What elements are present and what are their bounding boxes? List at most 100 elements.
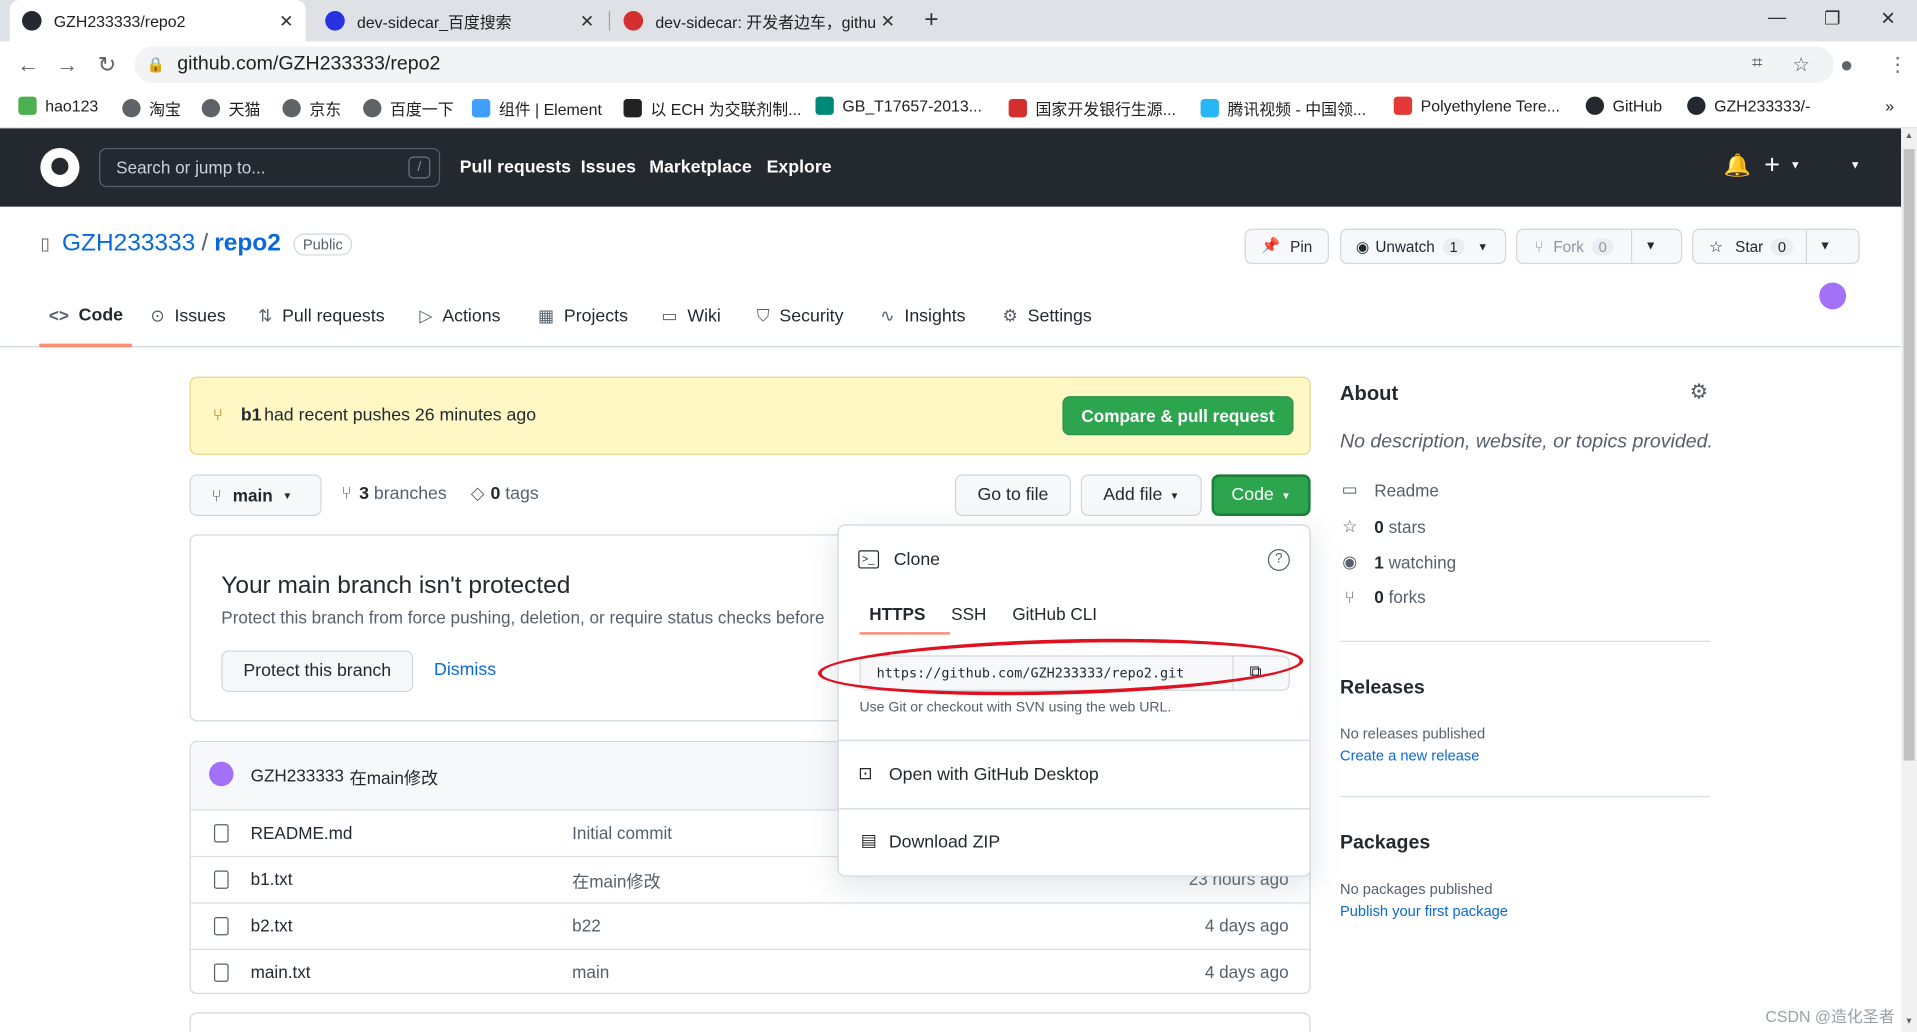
file-name[interactable]: b1.txt xyxy=(251,869,293,889)
chevron-down-icon[interactable]: ▼ xyxy=(1805,229,1844,263)
back-icon[interactable]: ← xyxy=(17,53,39,79)
file-name[interactable]: README.md xyxy=(251,823,353,843)
tab-actions[interactable]: ▷ Actions xyxy=(419,306,500,327)
repo-owner-link[interactable]: GZH233333 xyxy=(62,230,195,258)
forward-icon[interactable]: → xyxy=(56,53,78,79)
open-github-desktop-item[interactable]: Open with GitHub Desktop xyxy=(889,765,1099,785)
close-tab-icon[interactable]: ✕ xyxy=(881,11,895,32)
tab-label: Wiki xyxy=(687,306,721,326)
nav-issues[interactable]: Issues xyxy=(581,158,636,178)
tab-projects[interactable]: ▦ Projects xyxy=(538,306,628,327)
commit-author[interactable]: GZH233333 xyxy=(251,765,344,785)
tab-wiki[interactable]: ▭ Wiki xyxy=(661,306,720,327)
chevron-down-icon[interactable]: ▼ xyxy=(1631,229,1669,263)
readme-link[interactable]: ▭ Readme xyxy=(1340,479,1439,500)
github-logo-icon[interactable] xyxy=(40,147,80,188)
bookmark-item[interactable]: 天猫 xyxy=(201,97,261,120)
code-dropdown-button[interactable]: Code ▼ xyxy=(1211,474,1311,516)
clone-tab-https[interactable]: HTTPS xyxy=(869,604,925,624)
scroll-up-icon[interactable]: ▲ xyxy=(1905,132,1913,141)
bookmark-item[interactable]: hao123 xyxy=(18,96,98,115)
table-icon: ▦ xyxy=(537,305,555,326)
nav-marketplace[interactable]: Marketplace xyxy=(649,158,751,178)
create-release-link[interactable]: Create a new release xyxy=(1340,747,1479,764)
bookmark-item[interactable]: Polyethylene Tere... xyxy=(1393,96,1560,115)
profile-icon[interactable]: ● xyxy=(1840,53,1853,79)
create-new-icon[interactable]: + xyxy=(1764,149,1780,181)
file-commit-message[interactable]: Initial commit xyxy=(572,823,672,843)
bookmark-star-icon[interactable]: ☆ xyxy=(1792,53,1810,77)
notifications-bell-icon[interactable]: 🔔 xyxy=(1724,153,1751,179)
file-commit-message[interactable]: b22 xyxy=(572,916,601,936)
help-icon[interactable]: ? xyxy=(1267,548,1290,572)
fork-button[interactable]: ⑂ Fork 0 ▼ xyxy=(1516,228,1683,265)
compare-pull-request-button[interactable]: Compare & pull request xyxy=(1062,396,1294,436)
forks-link[interactable]: ⑂ 0 forks xyxy=(1340,587,1426,607)
bookmark-item[interactable]: GZH233333/- xyxy=(1687,96,1810,115)
minimize-icon[interactable]: — xyxy=(1768,7,1786,28)
bookmark-item[interactable]: 腾讯视频 - 中国领... xyxy=(1200,97,1366,120)
repo-name-link[interactable]: repo2 xyxy=(214,230,281,258)
publish-package-link[interactable]: Publish your first package xyxy=(1340,902,1508,919)
browser-tab[interactable]: dev-sidecar: 开发者边车，githu ✕ xyxy=(611,0,907,42)
browser-tab[interactable]: dev-sidecar_百度搜索 ✕ xyxy=(313,0,606,42)
dismiss-link[interactable]: Dismiss xyxy=(434,660,496,680)
browser-tab-active[interactable]: GZH233333/repo2 ✕ xyxy=(9,0,306,42)
bookmark-item[interactable]: 京东 xyxy=(282,97,341,120)
packages-title[interactable]: Packages xyxy=(1340,833,1430,855)
bookmark-item[interactable]: 组件 | Element xyxy=(471,97,602,120)
bookmark-item[interactable]: GitHub xyxy=(1585,96,1662,115)
nav-pull-requests[interactable]: Pull requests xyxy=(460,158,571,178)
bookmark-item[interactable]: 国家开发银行生源... xyxy=(1008,97,1176,120)
tab-security[interactable]: ⛉ Security xyxy=(757,306,844,327)
search-input[interactable]: Search or jump to... / xyxy=(99,147,441,188)
no-packages-text: No packages published xyxy=(1339,880,1493,898)
branch-select-button[interactable]: ⑂ main ▼ xyxy=(189,474,322,516)
star-button[interactable]: ☆ Star 0 ▼ xyxy=(1692,228,1860,265)
close-tab-icon[interactable]: ✕ xyxy=(580,11,594,32)
menu-kebab-icon[interactable]: ⋮ xyxy=(1888,53,1908,77)
bookmark-item[interactable]: GB_T17657-2013... xyxy=(815,96,982,115)
file-name[interactable]: b2.txt xyxy=(251,916,293,936)
tags-link[interactable]: ◇ 0 tags xyxy=(471,484,539,504)
scrollbar-thumb[interactable] xyxy=(1903,149,1915,761)
tab-issues[interactable]: ⊙ Issues xyxy=(150,306,225,327)
tab-pull-requests[interactable]: ⇅ Pull requests xyxy=(258,306,385,327)
bookmark-label: 天猫 xyxy=(228,100,261,119)
unwatch-button[interactable]: ◉ Unwatch 1 ▼ xyxy=(1339,228,1507,265)
commit-message[interactable]: 在main修改 xyxy=(350,765,438,789)
download-zip-item[interactable]: Download ZIP xyxy=(889,833,1000,853)
translate-icon[interactable]: ⌗ xyxy=(1752,53,1762,74)
url-field[interactable]: 🔒 github.com/GZH233333/repo2 xyxy=(134,46,1834,84)
file-name[interactable]: main.txt xyxy=(251,962,311,982)
stars-link[interactable]: ☆ 0 stars xyxy=(1340,516,1426,537)
tab-insights[interactable]: ∿ Insights xyxy=(880,306,965,327)
watching-link[interactable]: ◉ 1 watching xyxy=(1340,551,1456,572)
file-commit-message[interactable]: main xyxy=(572,962,609,982)
protect-branch-button[interactable]: Protect this branch xyxy=(221,650,414,693)
tags-count: 0 xyxy=(490,484,501,504)
bookmark-item[interactable]: 百度一下 xyxy=(363,97,454,120)
new-tab-icon[interactable]: + xyxy=(924,6,938,34)
tab-settings[interactable]: ⚙ Settings xyxy=(1003,306,1092,327)
tab-code[interactable]: <> Code xyxy=(49,306,123,326)
bookmark-item[interactable]: 淘宝 xyxy=(122,97,181,120)
file-commit-message[interactable]: 在main修改 xyxy=(572,869,660,893)
releases-title[interactable]: Releases xyxy=(1340,677,1425,699)
nav-explore[interactable]: Explore xyxy=(767,158,832,178)
clone-tab-ssh[interactable]: SSH xyxy=(951,604,986,624)
more-bookmarks-button[interactable]: » xyxy=(1885,97,1894,115)
go-to-file-button[interactable]: Go to file xyxy=(954,474,1071,516)
reload-icon[interactable]: ↻ xyxy=(98,53,116,79)
clone-tab-github-cli[interactable]: GitHub CLI xyxy=(1012,604,1097,624)
close-window-icon[interactable]: ✕ xyxy=(1880,7,1895,30)
pin-button[interactable]: 📌 Pin xyxy=(1244,228,1329,265)
branches-link[interactable]: ⑂ 3 branches xyxy=(341,484,447,504)
restore-icon[interactable]: ❐ xyxy=(1824,7,1840,30)
scroll-down-icon[interactable]: ▼ xyxy=(1905,1017,1913,1026)
close-tab-icon[interactable]: ✕ xyxy=(279,11,293,32)
gear-icon[interactable]: ⚙ xyxy=(1690,380,1709,404)
github-header: Search or jump to... / Pull requests Iss… xyxy=(0,128,1902,310)
add-file-button[interactable]: Add file ▼ xyxy=(1080,474,1202,516)
bookmark-item[interactable]: 以 ECH 为交联剂制... xyxy=(623,97,801,120)
